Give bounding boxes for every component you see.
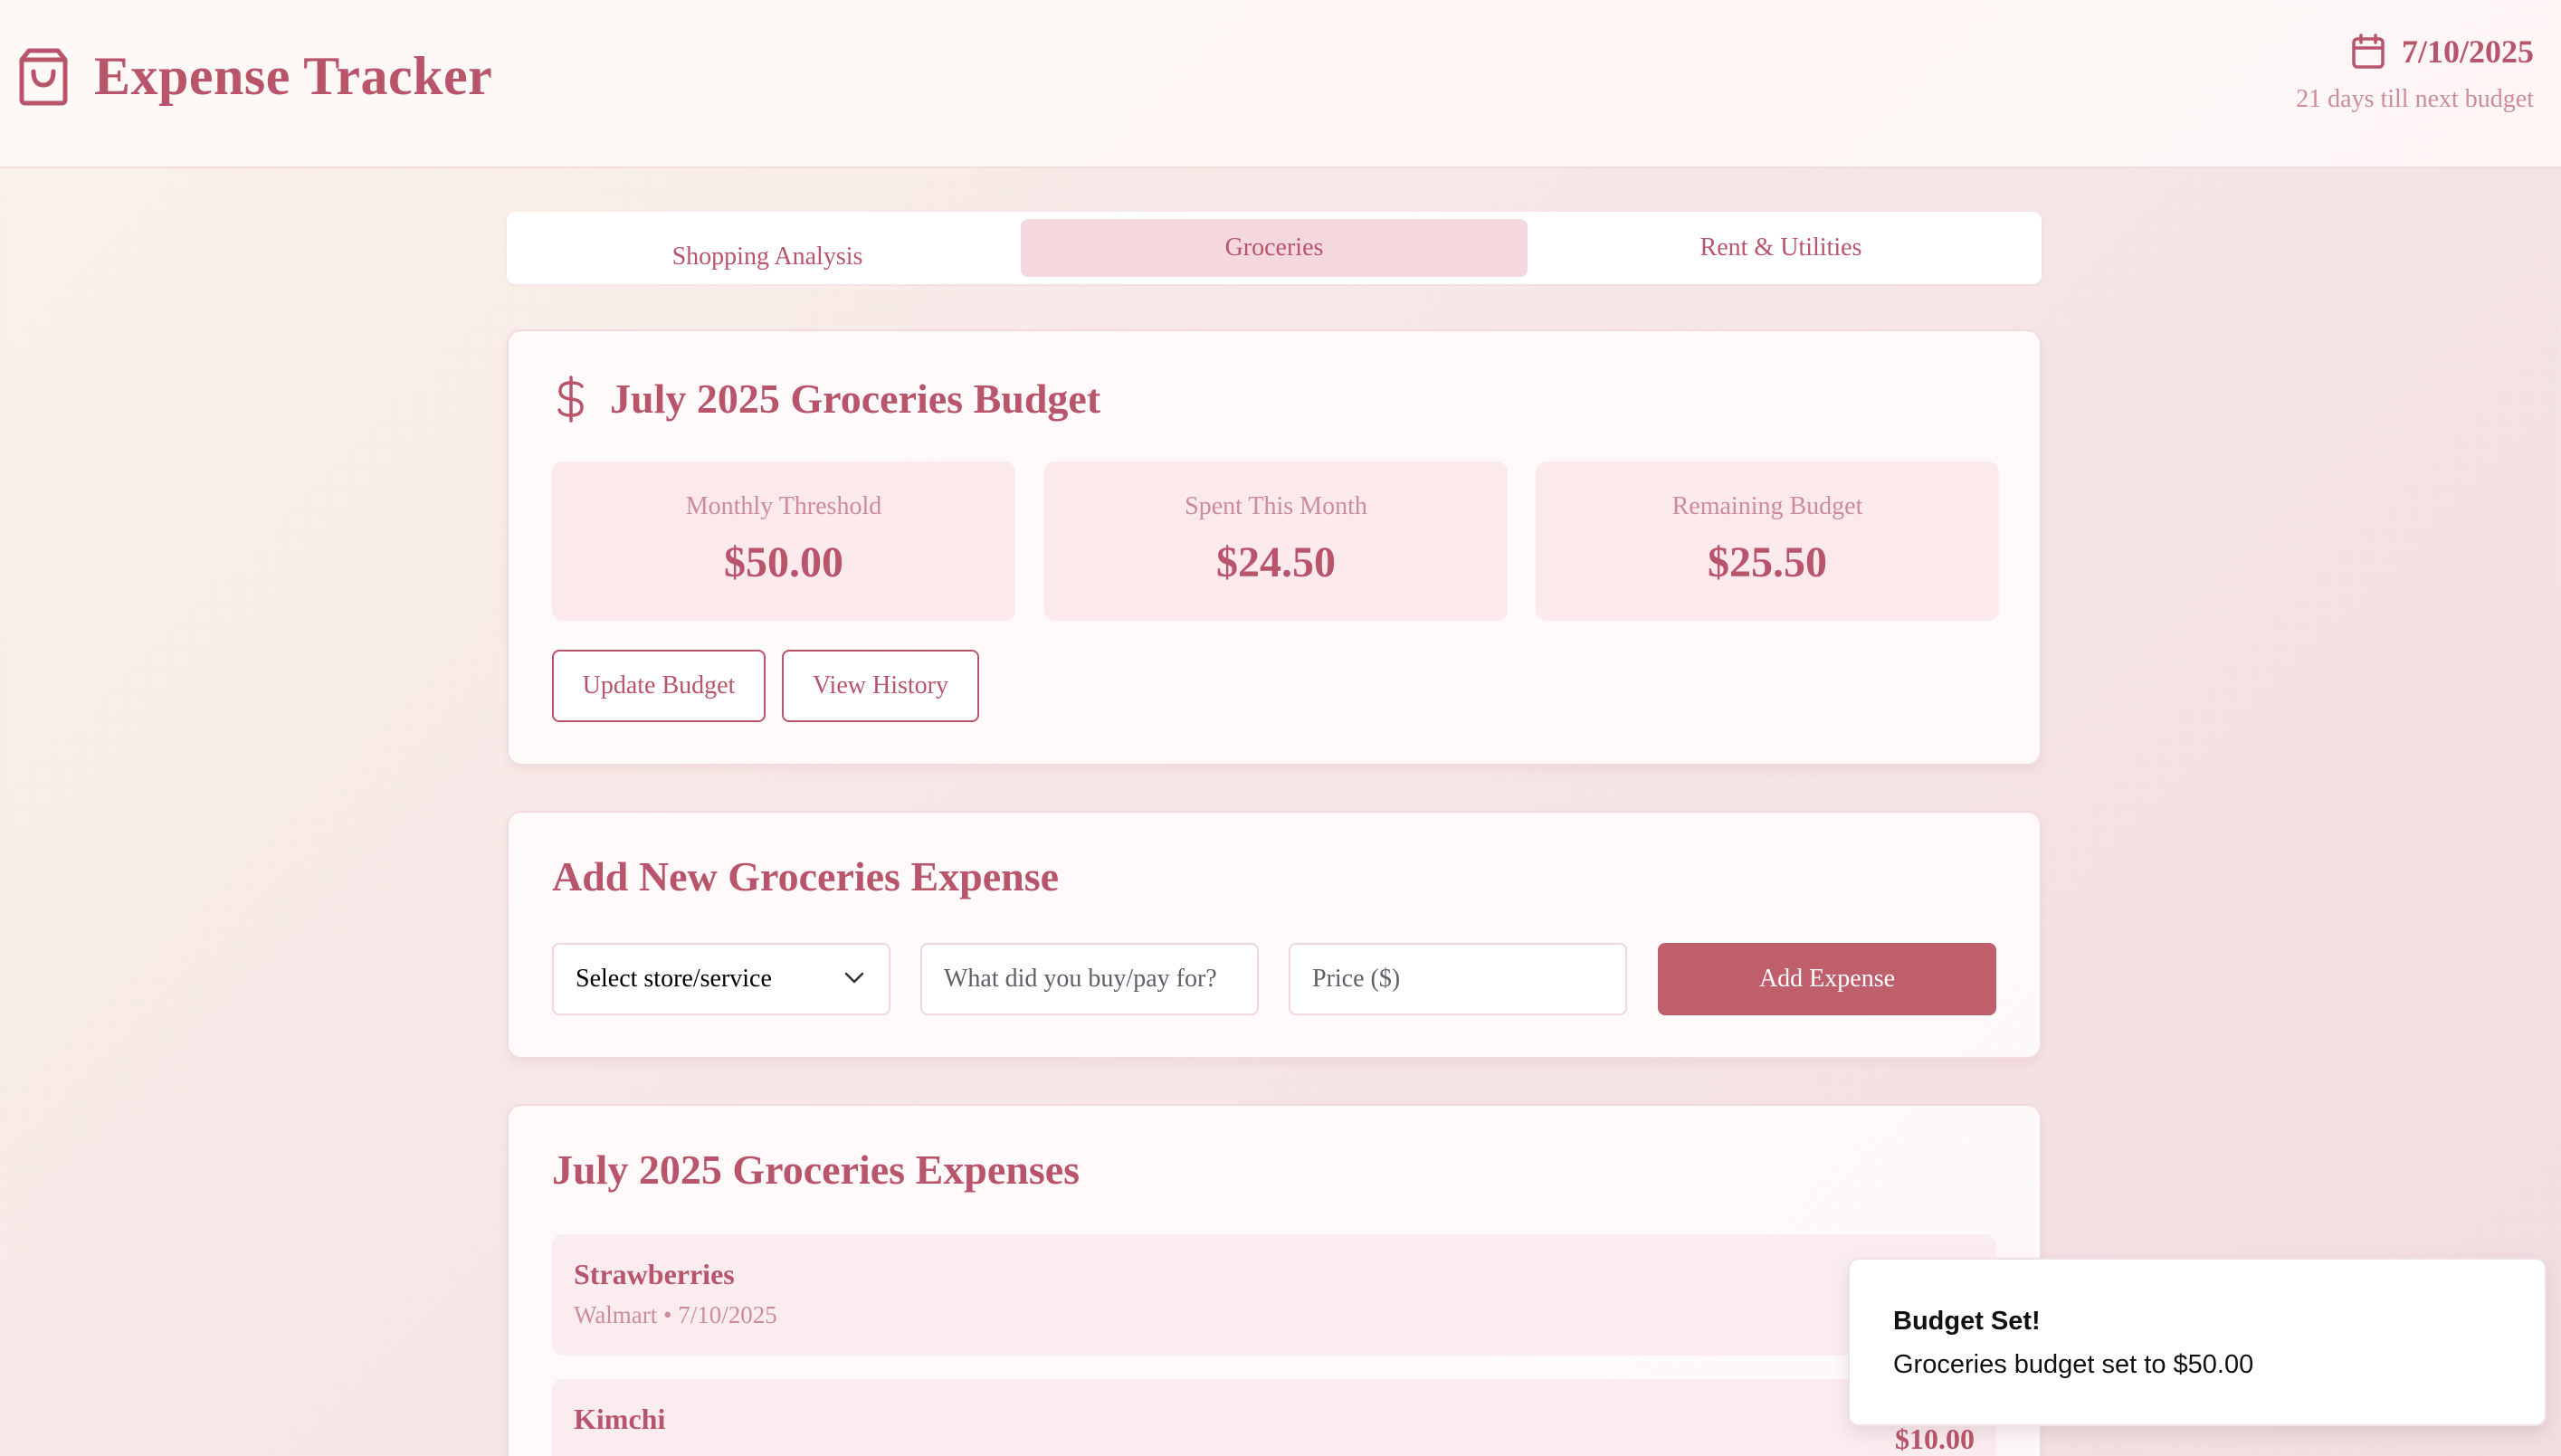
expense-price: $10.00	[1895, 1423, 1975, 1455]
stat-label: Remaining Budget	[1671, 492, 1863, 520]
expense-meta: Walmart • 7/10/2025	[574, 1301, 777, 1328]
stat-spent-this-month: Spent This Month $24.50	[1044, 462, 1508, 621]
toast-notification[interactable]: Budget Set! Groceries budget set to $50.…	[1848, 1258, 2547, 1426]
dollar-sign-icon	[557, 375, 584, 423]
app-header: Expense Tracker 7/10/2025 21 days till n…	[0, 0, 2561, 168]
stat-remaining-budget: Remaining Budget $25.50	[1536, 462, 1999, 621]
update-budget-button[interactable]: Update Budget	[552, 650, 766, 722]
budget-card: July 2025 Groceries Budget Monthly Thres…	[507, 329, 2042, 766]
tab-rent-utilities[interactable]: Rent & Utilities	[1528, 219, 2034, 277]
add-expense-title: Add New Groceries Expense	[552, 853, 1060, 899]
stat-label: Monthly Threshold	[685, 492, 882, 520]
expense-name: Kimchi	[574, 1403, 666, 1435]
add-expense-button[interactable]: Add Expense	[1658, 943, 1996, 1015]
budget-heading: July 2025 Groceries Budget	[556, 375, 1100, 423]
toast-description: Groceries budget set to $50.00	[1893, 1350, 2254, 1379]
price-input[interactable]: Price ($)	[1289, 943, 1627, 1015]
shopping-bag-icon	[19, 48, 68, 106]
date-display: 7/10/2025 21 days till next budget	[2262, 33, 2534, 114]
store-select[interactable]: Select store/service	[552, 943, 890, 1015]
stat-value: $24.50	[1216, 538, 1336, 586]
store-select-value: Select store/service	[576, 965, 772, 993]
stat-monthly-threshold: Monthly Threshold $50.00	[552, 462, 1015, 621]
expenses-title: July 2025 Groceries Expenses	[552, 1147, 1081, 1193]
app-title: Expense Tracker	[94, 46, 493, 106]
budget-title: July 2025 Groceries Budget	[610, 376, 1101, 422]
days-till-budget: 21 days till next budget	[2296, 85, 2534, 113]
toast-title: Budget Set!	[1893, 1307, 2041, 1336]
add-expense-card: Add New Groceries Expense Select store/s…	[507, 811, 2042, 1059]
description-input[interactable]: What did you buy/pay for?	[920, 943, 1259, 1015]
current-date: 7/10/2025	[2401, 33, 2534, 70]
view-history-button[interactable]: View History	[782, 650, 979, 722]
chevron-down-icon	[844, 972, 864, 984]
stat-label: Spent This Month	[1185, 492, 1367, 520]
list-item[interactable]: Kimchi $10.00	[552, 1379, 1996, 1456]
tab-groceries[interactable]: Groceries	[1021, 219, 1528, 277]
tab-shopping-analysis[interactable]: Shopping Analysis	[514, 219, 1021, 277]
expenses-card: July 2025 Groceries Expenses Strawberrie…	[507, 1104, 2042, 1456]
expense-name: Strawberries	[574, 1258, 735, 1290]
list-item[interactable]: Strawberries Walmart • 7/10/2025	[552, 1234, 1996, 1356]
calendar-icon	[2352, 33, 2385, 69]
category-tabs: Shopping Analysis Groceries Rent & Utili…	[507, 212, 2042, 284]
stat-value: $25.50	[1708, 538, 1827, 586]
stat-value: $50.00	[724, 538, 843, 586]
